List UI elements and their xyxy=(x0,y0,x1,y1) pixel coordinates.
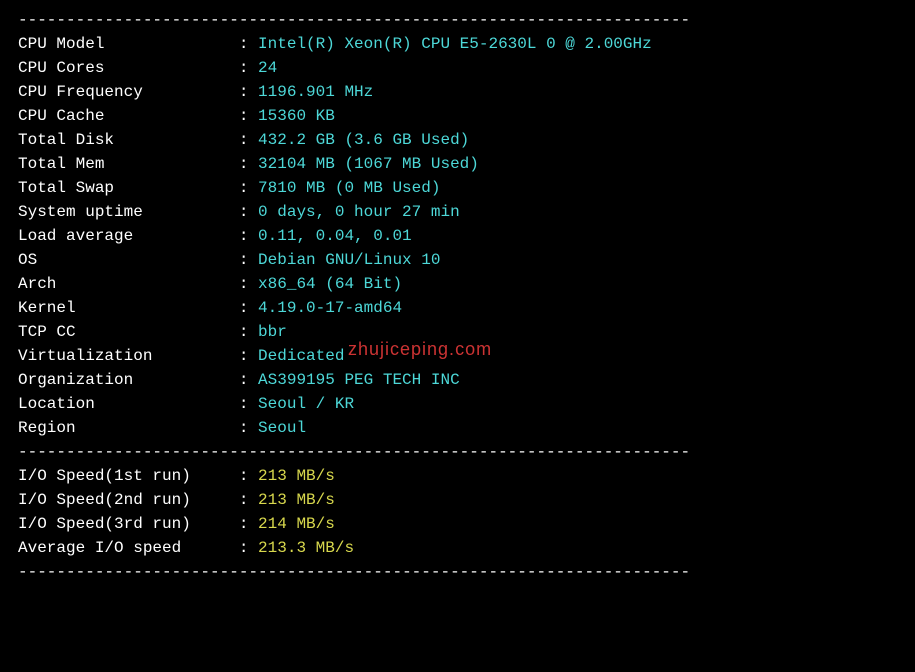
colon: : xyxy=(239,224,258,248)
label-cpu-cores: CPU Cores xyxy=(18,56,239,80)
colon: : xyxy=(239,32,258,56)
value-system-uptime: 0 days, 0 hour 27 min xyxy=(258,200,460,224)
colon: : xyxy=(239,104,258,128)
value-virtualization: Dedicated xyxy=(258,344,344,368)
colon: : xyxy=(239,536,258,560)
label-region: Region xyxy=(18,416,239,440)
label-cpu-cache: CPU Cache xyxy=(18,104,239,128)
colon: : xyxy=(239,272,258,296)
label-cpu-frequency: CPU Frequency xyxy=(18,80,239,104)
row-io-1st: I/O Speed(1st run) : 213 MB/s xyxy=(18,464,897,488)
row-organization: Organization : AS399195 PEG TECH INC xyxy=(18,368,897,392)
colon: : xyxy=(239,392,258,416)
label-organization: Organization xyxy=(18,368,239,392)
colon: : xyxy=(239,152,258,176)
row-cpu-model: CPU Model : Intel(R) Xeon(R) CPU E5-2630… xyxy=(18,32,897,56)
colon: : xyxy=(239,296,258,320)
value-os: Debian GNU/Linux 10 xyxy=(258,248,440,272)
label-io-1st: I/O Speed(1st run) xyxy=(18,464,239,488)
value-cpu-frequency: 1196.901 MHz xyxy=(258,80,373,104)
divider-middle: ----------------------------------------… xyxy=(18,440,897,464)
row-total-swap: Total Swap : 7810 MB (0 MB Used) xyxy=(18,176,897,200)
divider-top: ----------------------------------------… xyxy=(18,8,897,32)
row-cpu-cache: CPU Cache : 15360 KB xyxy=(18,104,897,128)
label-total-mem: Total Mem xyxy=(18,152,239,176)
row-io-2nd: I/O Speed(2nd run) : 213 MB/s xyxy=(18,488,897,512)
colon: : xyxy=(239,80,258,104)
row-os: OS : Debian GNU/Linux 10 xyxy=(18,248,897,272)
row-arch: Arch : x86_64 (64 Bit) xyxy=(18,272,897,296)
colon: : xyxy=(239,128,258,152)
row-total-mem: Total Mem : 32104 MB (1067 MB Used) xyxy=(18,152,897,176)
value-io-2nd: 213 MB/s xyxy=(258,488,335,512)
sysinfo-section: CPU Model : Intel(R) Xeon(R) CPU E5-2630… xyxy=(18,32,897,440)
value-total-swap: 7810 MB (0 MB Used) xyxy=(258,176,440,200)
value-load-average: 0.11, 0.04, 0.01 xyxy=(258,224,412,248)
watermark-text: zhujiceping.com xyxy=(348,336,492,363)
label-total-disk: Total Disk xyxy=(18,128,239,152)
row-io-3rd: I/O Speed(3rd run) : 214 MB/s xyxy=(18,512,897,536)
label-io-2nd: I/O Speed(2nd run) xyxy=(18,488,239,512)
row-kernel: Kernel : 4.19.0-17-amd64 xyxy=(18,296,897,320)
value-cpu-cores: 24 xyxy=(258,56,277,80)
label-cpu-model: CPU Model xyxy=(18,32,239,56)
colon: : xyxy=(239,488,258,512)
label-system-uptime: System uptime xyxy=(18,200,239,224)
label-total-swap: Total Swap xyxy=(18,176,239,200)
colon: : xyxy=(239,512,258,536)
row-region: Region : Seoul xyxy=(18,416,897,440)
row-io-avg: Average I/O speed : 213.3 MB/s xyxy=(18,536,897,560)
divider-bottom: ----------------------------------------… xyxy=(18,560,897,584)
label-kernel: Kernel xyxy=(18,296,239,320)
label-arch: Arch xyxy=(18,272,239,296)
value-cpu-model: Intel(R) Xeon(R) CPU E5-2630L 0 @ 2.00GH… xyxy=(258,32,652,56)
colon: : xyxy=(239,344,258,368)
row-cpu-frequency: CPU Frequency : 1196.901 MHz xyxy=(18,80,897,104)
label-load-average: Load average xyxy=(18,224,239,248)
value-arch: x86_64 (64 Bit) xyxy=(258,272,402,296)
label-virtualization: Virtualization xyxy=(18,344,239,368)
value-io-1st: 213 MB/s xyxy=(258,464,335,488)
label-tcp-cc: TCP CC xyxy=(18,320,239,344)
label-location: Location xyxy=(18,392,239,416)
value-total-mem: 32104 MB (1067 MB Used) xyxy=(258,152,479,176)
colon: : xyxy=(239,56,258,80)
value-kernel: 4.19.0-17-amd64 xyxy=(258,296,402,320)
row-load-average: Load average : 0.11, 0.04, 0.01 xyxy=(18,224,897,248)
colon: : xyxy=(239,320,258,344)
value-tcp-cc: bbr xyxy=(258,320,287,344)
label-io-3rd: I/O Speed(3rd run) xyxy=(18,512,239,536)
value-region: Seoul xyxy=(258,416,306,440)
row-cpu-cores: CPU Cores : 24 xyxy=(18,56,897,80)
label-os: OS xyxy=(18,248,239,272)
label-io-avg: Average I/O speed xyxy=(18,536,239,560)
colon: : xyxy=(239,368,258,392)
value-organization: AS399195 PEG TECH INC xyxy=(258,368,460,392)
value-cpu-cache: 15360 KB xyxy=(258,104,335,128)
colon: : xyxy=(239,200,258,224)
row-location: Location : Seoul / KR xyxy=(18,392,897,416)
value-location: Seoul / KR xyxy=(258,392,354,416)
colon: : xyxy=(239,416,258,440)
iospeed-section: I/O Speed(1st run) : 213 MB/s I/O Speed(… xyxy=(18,464,897,560)
colon: : xyxy=(239,176,258,200)
row-system-uptime: System uptime : 0 days, 0 hour 27 min xyxy=(18,200,897,224)
value-io-3rd: 214 MB/s xyxy=(258,512,335,536)
colon: : xyxy=(239,248,258,272)
value-total-disk: 432.2 GB (3.6 GB Used) xyxy=(258,128,469,152)
value-io-avg: 213.3 MB/s xyxy=(258,536,354,560)
colon: : xyxy=(239,464,258,488)
row-total-disk: Total Disk : 432.2 GB (3.6 GB Used) xyxy=(18,128,897,152)
